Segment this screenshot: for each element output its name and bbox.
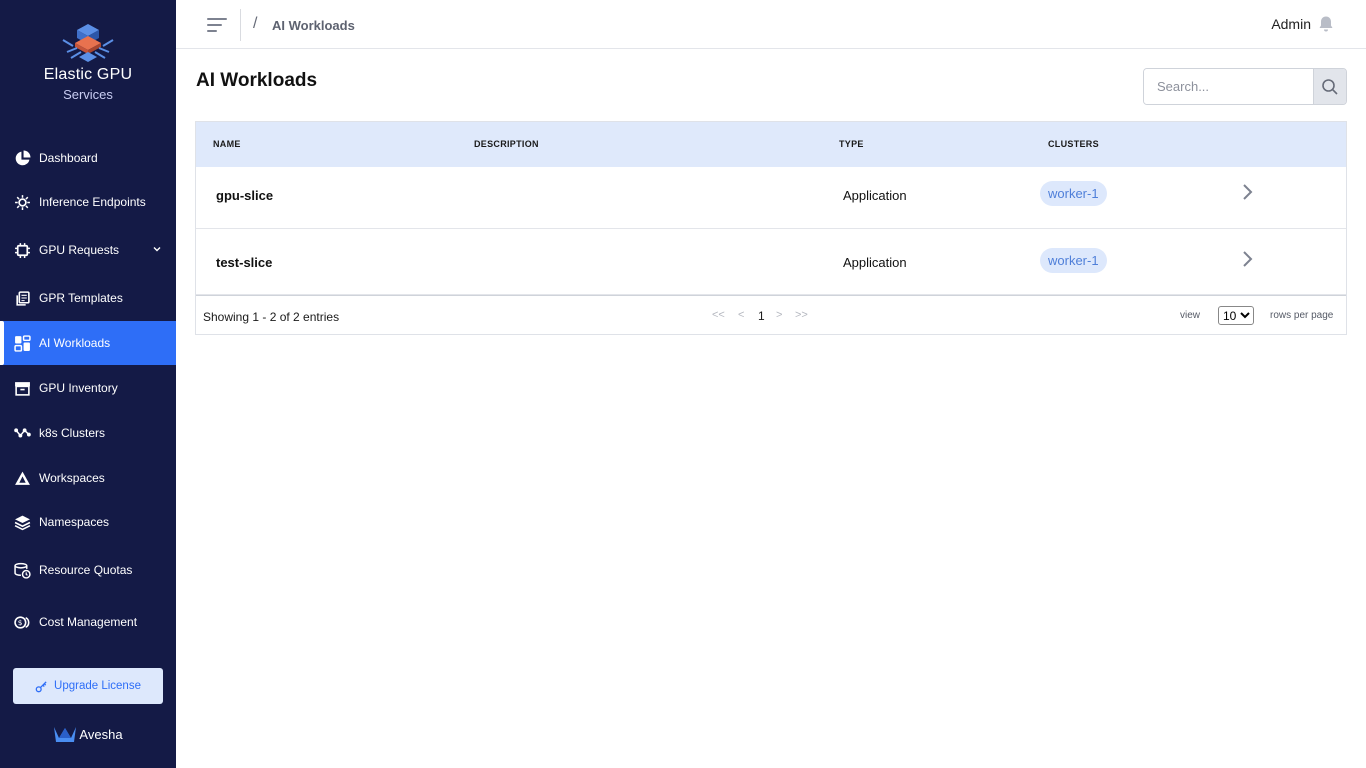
rows-per-page-select[interactable]: 10 bbox=[1218, 306, 1254, 325]
menu-toggle-icon[interactable] bbox=[206, 14, 228, 36]
sidebar-item-cost-management[interactable]: $ Cost Management bbox=[0, 600, 176, 644]
table-row[interactable]: gpu-slice Application worker-1 bbox=[196, 167, 1346, 229]
workload-name[interactable]: test-slice bbox=[216, 255, 272, 270]
prev-page-button[interactable]: < bbox=[738, 309, 744, 321]
workload-name[interactable]: gpu-slice bbox=[216, 188, 273, 203]
sidebar-item-label: Cost Management bbox=[39, 615, 138, 629]
upgrade-license-label: Upgrade License bbox=[54, 680, 141, 692]
workload-type: Application bbox=[843, 255, 907, 270]
database-clock-icon bbox=[13, 561, 32, 580]
sidebar-item-label: Namespaces bbox=[39, 515, 110, 529]
table-header: NAME DESCRIPTION TYPE CLUSTERS bbox=[196, 122, 1346, 167]
sidebar-item-label: Resource Quotas bbox=[39, 563, 133, 577]
sidebar-item-label: k8s Clusters bbox=[39, 426, 106, 440]
sidebar-item-label: GPR Templates bbox=[39, 291, 123, 305]
sidebar-item-workspaces[interactable]: Workspaces bbox=[0, 456, 176, 500]
sidebar-item-namespaces[interactable]: Namespaces bbox=[0, 500, 176, 544]
key-icon bbox=[35, 680, 47, 692]
sidebar-item-label: GPU Requests bbox=[39, 243, 120, 257]
chevron-down-icon[interactable] bbox=[151, 243, 163, 255]
brand: Elastic GPU Services bbox=[0, 22, 176, 102]
chip-icon bbox=[13, 241, 32, 260]
nodes-icon bbox=[13, 424, 32, 443]
column-header-description[interactable]: DESCRIPTION bbox=[474, 139, 539, 149]
sidebar-item-label: Inference Endpoints bbox=[39, 195, 146, 209]
pie-chart-icon bbox=[13, 149, 32, 168]
first-page-button[interactable]: << bbox=[712, 309, 725, 321]
column-header-type[interactable]: TYPE bbox=[839, 139, 864, 149]
sidebar-item-resource-quotas[interactable]: Resource Quotas bbox=[0, 548, 176, 592]
triangle-icon bbox=[13, 469, 32, 488]
column-header-clusters[interactable]: CLUSTERS bbox=[1048, 139, 1099, 149]
current-page[interactable]: 1 bbox=[758, 309, 765, 323]
avesha-brand-text: Avesha bbox=[79, 726, 123, 742]
cluster-badge: worker-1 bbox=[1040, 248, 1107, 273]
layers-icon bbox=[13, 513, 32, 532]
view-label: view bbox=[1180, 310, 1201, 321]
table-row[interactable]: test-slice Application worker-1 bbox=[196, 229, 1346, 295]
sidebar: Elastic GPU Services Dashboard Inference… bbox=[0, 0, 176, 768]
sidebar-item-gpr-templates[interactable]: GPR Templates bbox=[0, 276, 176, 320]
archive-box-icon bbox=[13, 379, 32, 398]
last-page-button[interactable]: >> bbox=[795, 309, 808, 321]
brand-subtitle: Services bbox=[63, 87, 113, 102]
sidebar-item-inference-endpoints[interactable]: Inference Endpoints bbox=[0, 180, 176, 224]
cluster-badge: worker-1 bbox=[1040, 181, 1107, 206]
top-bar: / AI Workloads Admin bbox=[176, 0, 1366, 49]
chevron-right-icon[interactable] bbox=[1240, 182, 1254, 202]
search-box bbox=[1143, 68, 1347, 105]
sidebar-item-k8s-clusters[interactable]: k8s Clusters bbox=[0, 411, 176, 455]
svg-text:$: $ bbox=[18, 618, 23, 627]
sidebar-item-label: AI Workloads bbox=[39, 336, 111, 350]
workload-type: Application bbox=[843, 188, 907, 203]
sidebar-item-gpu-requests[interactable]: GPU Requests bbox=[0, 228, 176, 272]
coins-icon: $ bbox=[13, 613, 32, 632]
next-page-button[interactable]: > bbox=[776, 309, 782, 321]
divider bbox=[240, 9, 241, 41]
chevron-right-icon[interactable] bbox=[1240, 249, 1254, 269]
sidebar-item-label: Workspaces bbox=[39, 471, 105, 485]
page-title: AI Workloads bbox=[196, 70, 318, 91]
sidebar-item-label: GPU Inventory bbox=[39, 381, 118, 395]
dashboard-grid-icon bbox=[13, 334, 32, 353]
elastic-gpu-logo-icon bbox=[62, 24, 114, 62]
user-name[interactable]: Admin bbox=[1271, 16, 1311, 32]
bell-icon[interactable] bbox=[1318, 15, 1334, 33]
entries-summary: Showing 1 - 2 of 2 entries bbox=[203, 310, 340, 324]
column-header-name[interactable]: NAME bbox=[213, 139, 241, 149]
table-footer: Showing 1 - 2 of 2 entries << < 1 > >> v… bbox=[196, 295, 1346, 334]
sidebar-item-ai-workloads[interactable]: AI Workloads bbox=[0, 321, 176, 365]
search-input[interactable] bbox=[1144, 69, 1313, 104]
rows-per-page-label: rows per page bbox=[1270, 310, 1334, 321]
sidebar-item-dashboard[interactable]: Dashboard bbox=[0, 136, 176, 180]
brand-title: Elastic GPU bbox=[43, 66, 133, 83]
search-button[interactable] bbox=[1313, 69, 1346, 104]
avesha-logo: Avesha bbox=[0, 724, 176, 744]
avesha-crown-icon bbox=[54, 727, 77, 742]
breadcrumb: AI Workloads bbox=[272, 18, 355, 33]
gear-network-icon bbox=[13, 193, 32, 212]
sidebar-item-gpu-inventory[interactable]: GPU Inventory bbox=[0, 366, 176, 410]
breadcrumb-separator: / bbox=[253, 15, 258, 32]
sidebar-item-label: Dashboard bbox=[39, 151, 98, 165]
search-icon bbox=[1322, 78, 1338, 95]
copy-icon bbox=[13, 289, 32, 308]
workloads-table: NAME DESCRIPTION TYPE CLUSTERS gpu-slice… bbox=[195, 121, 1347, 335]
upgrade-license-button[interactable]: Upgrade License bbox=[13, 668, 163, 704]
